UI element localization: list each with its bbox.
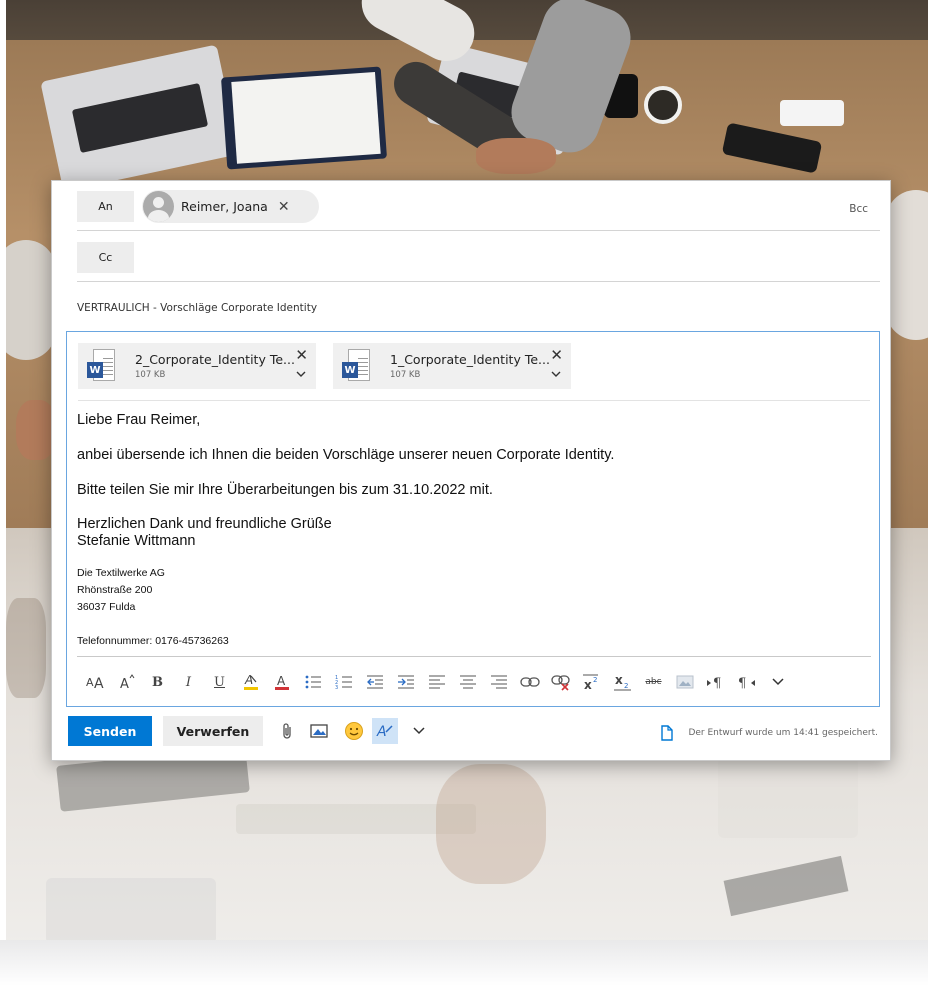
underline-icon[interactable]: U — [204, 670, 235, 694]
bcc-button[interactable]: Bcc — [849, 203, 868, 215]
remove-attachment-icon[interactable]: ✕ — [295, 346, 308, 364]
remove-attachment-icon[interactable]: ✕ — [550, 346, 563, 364]
signature-street: Rhönstraße 200 — [77, 584, 153, 596]
svg-text:A: A — [277, 674, 286, 688]
body-paragraph: anbei übersende ich Ihnen die beiden Vor… — [77, 447, 615, 463]
attachment-size: 107 KB — [135, 370, 166, 380]
svg-text:x: x — [584, 678, 592, 691]
closing-text: Herzlichen Dank und freundliche Grüße — [77, 516, 332, 532]
italic-icon[interactable]: I — [173, 670, 204, 694]
svg-text:¶: ¶ — [713, 676, 721, 690]
subject-field[interactable]: VERTRAULICH - Vorschläge Corporate Ident… — [77, 302, 317, 314]
remove-recipient-icon[interactable]: ✕ — [278, 198, 290, 215]
svg-text:A: A — [94, 676, 104, 691]
more-options-chevron-icon[interactable] — [762, 670, 793, 694]
word-file-icon: W — [87, 349, 115, 381]
body-paragraph: Bitte teilen Sie mir Ihre Überarbeitunge… — [77, 482, 493, 498]
grow-font-icon[interactable]: A — [111, 670, 142, 694]
attachment-card[interactable]: W 1_Corporate_Identity Te... 107 KB ✕ — [333, 343, 571, 389]
send-button[interactable]: Senden — [68, 716, 152, 746]
attach-file-icon[interactable] — [274, 718, 300, 744]
word-file-icon: W — [342, 349, 370, 381]
numbering-icon[interactable]: 123 — [328, 670, 359, 694]
superscript-icon[interactable]: x2 — [576, 670, 607, 694]
svg-text:A: A — [120, 677, 129, 691]
signature-company: Die Textilwerke AG — [77, 567, 165, 579]
to-row: An Reimer, Joana ✕ Bcc — [77, 189, 880, 231]
font-color-icon[interactable]: A — [266, 670, 297, 694]
insert-picture-icon[interactable] — [306, 718, 332, 744]
cc-button[interactable]: Cc — [77, 242, 134, 273]
strikethrough-icon[interactable]: abc — [638, 670, 669, 694]
to-button[interactable]: An — [77, 191, 134, 222]
draft-saved-icon — [661, 725, 674, 741]
notebook-image — [220, 66, 388, 170]
attachment-menu-chevron-icon[interactable] — [294, 367, 308, 381]
email-compose-window: An Reimer, Joana ✕ Bcc Cc VERTRAULICH - … — [51, 180, 891, 761]
ltr-icon[interactable]: ¶ — [700, 670, 731, 694]
more-actions-chevron-icon[interactable] — [406, 718, 432, 744]
draft-status-text: Der Entwurf wurde um 14:41 gespeichert. — [688, 728, 878, 738]
decrease-indent-icon[interactable] — [359, 670, 390, 694]
greeting-text: Liebe Frau Reimer, — [77, 412, 201, 428]
font-size-icon[interactable]: AA — [80, 670, 111, 694]
svg-text:3: 3 — [335, 685, 338, 690]
align-right-icon[interactable] — [483, 670, 514, 694]
recipient-chip[interactable]: Reimer, Joana ✕ — [142, 190, 319, 223]
svg-text:x: x — [615, 673, 623, 687]
background-fade — [0, 940, 928, 986]
draft-status: Der Entwurf wurde um 14:41 gespeichert. — [660, 725, 878, 741]
svg-text:¶: ¶ — [738, 676, 746, 690]
svg-text:A: A — [86, 676, 94, 689]
align-left-icon[interactable] — [421, 670, 452, 694]
insert-link-icon[interactable] — [514, 670, 545, 694]
divider — [77, 656, 871, 657]
attachment-name: 1_Corporate_Identity Te... — [390, 352, 550, 367]
sender-name: Stefanie Wittmann — [77, 533, 196, 549]
svg-text:2: 2 — [593, 676, 597, 684]
discard-button[interactable]: Verwerfen — [163, 716, 263, 746]
subscript-icon[interactable]: x2 — [607, 670, 638, 694]
emoji-icon[interactable] — [341, 718, 367, 744]
bullets-icon[interactable] — [297, 670, 328, 694]
attachment-menu-chevron-icon[interactable] — [549, 367, 563, 381]
recipient-name: Reimer, Joana — [181, 199, 268, 214]
coffee-cup-image — [644, 86, 682, 124]
rtl-icon[interactable]: ¶ — [731, 670, 762, 694]
increase-indent-icon[interactable] — [390, 670, 421, 694]
message-editor[interactable]: W 2_Corporate_Identity Te... 107 KB ✕ W … — [66, 331, 880, 707]
cc-row: Cc — [77, 239, 880, 282]
signature-city: 36037 Fulda — [77, 601, 136, 613]
bold-icon[interactable]: B — [142, 670, 173, 694]
avatar — [143, 191, 174, 222]
svg-text:2: 2 — [624, 682, 628, 690]
signature-phone: Telefonnummer: 0176-45736263 — [77, 635, 229, 647]
highlight-icon[interactable]: A — [235, 670, 266, 694]
attachment-card[interactable]: W 2_Corporate_Identity Te... 107 KB ✕ — [78, 343, 316, 389]
svg-text:A: A — [376, 724, 387, 740]
divider — [78, 400, 870, 401]
align-center-icon[interactable] — [452, 670, 483, 694]
formatting-toolbar: AA A B I U A A 123 x 2 x 2 abc ¶ ¶ — [80, 669, 870, 695]
remove-link-icon[interactable] — [545, 670, 576, 694]
insert-image-icon[interactable] — [669, 670, 700, 694]
svg-text:A: A — [244, 673, 253, 687]
attachment-size: 107 KB — [390, 370, 421, 380]
attachment-name: 2_Corporate_Identity Te... — [135, 352, 295, 367]
format-text-icon[interactable]: A — [372, 718, 398, 744]
